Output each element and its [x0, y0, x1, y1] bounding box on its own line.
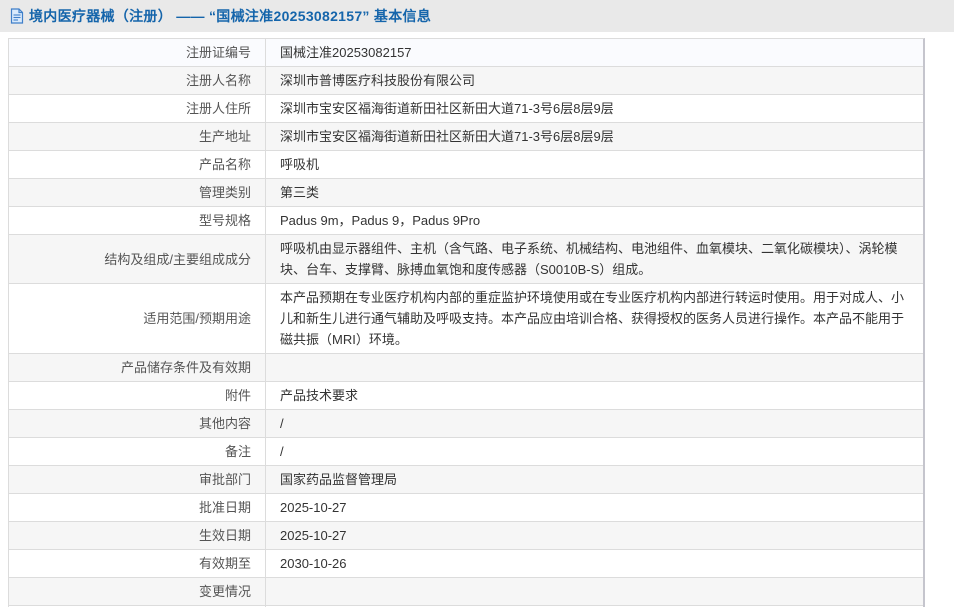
row-label-text: 批准日期 [199, 497, 251, 518]
row-label-text: 适用范围/预期用途 [143, 308, 251, 329]
header-bar: 境内医疗器械（注册） —— “国械注准20253082157” 基本信息 [0, 0, 954, 32]
registration-info-table: 注册证编号 国械注准20253082157 注册人名称 深圳市普博医疗科技股份有… [8, 38, 925, 607]
row-label-text: 其他内容 [199, 413, 251, 434]
table-row: 管理类别 第三类 [9, 179, 923, 207]
table-row: 注册人名称 深圳市普博医疗科技股份有限公司 [9, 67, 923, 95]
row-label-text: 变更情况 [199, 581, 251, 602]
row-label: 结构及组成/主要组成成分 [9, 235, 266, 283]
row-value [266, 578, 923, 605]
table-row: 生产地址 深圳市宝安区福海街道新田社区新田大道71-3号6层8层9层 [9, 123, 923, 151]
row-label: 注册人名称 [9, 67, 266, 94]
row-value: 国家药品监督管理局 [266, 466, 923, 493]
row-label-text: 审批部门 [199, 469, 251, 490]
row-label-text: 产品名称 [199, 154, 251, 175]
row-value-text: 深圳市普博医疗科技股份有限公司 [280, 70, 909, 91]
table-row: 生效日期 2025-10-27 [9, 522, 923, 550]
row-value-text: 本产品预期在专业医疗机构内部的重症监护环境使用或在专业医疗机构内部进行转运时使用… [280, 287, 909, 350]
page-title: 境内医疗器械（注册） —— “国械注准20253082157” 基本信息 [29, 6, 431, 26]
row-label: 其他内容 [9, 410, 266, 437]
row-label: 注册证编号 [9, 39, 266, 66]
row-label: 注册人住所 [9, 95, 266, 122]
row-value: 2025-10-27 [266, 494, 923, 521]
table-row: 有效期至 2030-10-26 [9, 550, 923, 578]
table-row: 批准日期 2025-10-27 [9, 494, 923, 522]
row-label-text: 附件 [225, 385, 251, 406]
row-value-text: 深圳市宝安区福海街道新田社区新田大道71-3号6层8层9层 [280, 98, 909, 119]
table-row: 附件 产品技术要求 [9, 382, 923, 410]
table-row: 注册证编号 国械注准20253082157 [9, 39, 923, 67]
row-value-text: 2025-10-27 [280, 497, 909, 518]
table-row: 变更情况 [9, 578, 923, 606]
row-value-text: 产品技术要求 [280, 385, 909, 406]
row-label-text: 生产地址 [199, 126, 251, 147]
row-label: 型号规格 [9, 207, 266, 234]
row-value-text: 2025-10-27 [280, 525, 909, 546]
document-icon [10, 8, 24, 24]
row-label-text: 型号规格 [199, 210, 251, 231]
row-value: / [266, 438, 923, 465]
row-value-text: / [280, 441, 909, 462]
row-value-text: 呼吸机 [280, 154, 909, 175]
row-value: 深圳市宝安区福海街道新田社区新田大道71-3号6层8层9层 [266, 123, 923, 150]
table-row: 产品储存条件及有效期 [9, 354, 923, 382]
row-label: 变更情况 [9, 578, 266, 605]
row-value: 国械注准20253082157 [266, 39, 923, 66]
row-value: / [266, 410, 923, 437]
row-label: 附件 [9, 382, 266, 409]
row-value: 呼吸机 [266, 151, 923, 178]
row-label: 生产地址 [9, 123, 266, 150]
table-row: 适用范围/预期用途 本产品预期在专业医疗机构内部的重症监护环境使用或在专业医疗机… [9, 284, 923, 354]
table-row: 其他内容 / [9, 410, 923, 438]
row-label-text: 管理类别 [199, 182, 251, 203]
table-row: 注册人住所 深圳市宝安区福海街道新田社区新田大道71-3号6层8层9层 [9, 95, 923, 123]
row-value: 产品技术要求 [266, 382, 923, 409]
row-label: 产品储存条件及有效期 [9, 354, 266, 381]
row-label: 管理类别 [9, 179, 266, 206]
row-label: 产品名称 [9, 151, 266, 178]
table-row: 产品名称 呼吸机 [9, 151, 923, 179]
row-label: 备注 [9, 438, 266, 465]
row-value: Padus 9m，Padus 9，Padus 9Pro [266, 207, 923, 234]
row-label: 适用范围/预期用途 [9, 284, 266, 353]
row-label: 审批部门 [9, 466, 266, 493]
row-value: 本产品预期在专业医疗机构内部的重症监护环境使用或在专业医疗机构内部进行转运时使用… [266, 284, 923, 353]
row-label-text: 生效日期 [199, 525, 251, 546]
row-label-text: 备注 [225, 441, 251, 462]
row-label-text: 注册人住所 [186, 98, 251, 119]
row-label-text: 产品储存条件及有效期 [121, 357, 251, 378]
row-value [266, 354, 923, 381]
row-value: 深圳市宝安区福海街道新田社区新田大道71-3号6层8层9层 [266, 95, 923, 122]
row-value: 第三类 [266, 179, 923, 206]
row-value-text: 第三类 [280, 182, 909, 203]
row-label: 有效期至 [9, 550, 266, 577]
row-label-text: 注册证编号 [186, 42, 251, 63]
row-value: 2025-10-27 [266, 522, 923, 549]
row-label-text: 有效期至 [199, 553, 251, 574]
row-label: 批准日期 [9, 494, 266, 521]
row-value-text: 国家药品监督管理局 [280, 469, 909, 490]
row-value-text: / [280, 413, 909, 434]
row-value-text: 2030-10-26 [280, 553, 909, 574]
row-label-text: 结构及组成/主要组成成分 [104, 249, 251, 270]
table-row: 审批部门 国家药品监督管理局 [9, 466, 923, 494]
table-row: 型号规格 Padus 9m，Padus 9，Padus 9Pro [9, 207, 923, 235]
row-value: 2030-10-26 [266, 550, 923, 577]
row-label: 生效日期 [9, 522, 266, 549]
row-value: 呼吸机由显示器组件、主机（含气路、电子系统、机械结构、电池组件、血氧模块、二氧化… [266, 235, 923, 283]
row-value-text: 国械注准20253082157 [280, 42, 909, 63]
row-value-text: 呼吸机由显示器组件、主机（含气路、电子系统、机械结构、电池组件、血氧模块、二氧化… [280, 238, 909, 280]
row-value-text: Padus 9m，Padus 9，Padus 9Pro [280, 210, 909, 231]
table-row: 结构及组成/主要组成成分 呼吸机由显示器组件、主机（含气路、电子系统、机械结构、… [9, 235, 923, 284]
row-value-text: 深圳市宝安区福海街道新田社区新田大道71-3号6层8层9层 [280, 126, 909, 147]
row-label-text: 注册人名称 [186, 70, 251, 91]
table-row: 备注 / [9, 438, 923, 466]
row-value: 深圳市普博医疗科技股份有限公司 [266, 67, 923, 94]
